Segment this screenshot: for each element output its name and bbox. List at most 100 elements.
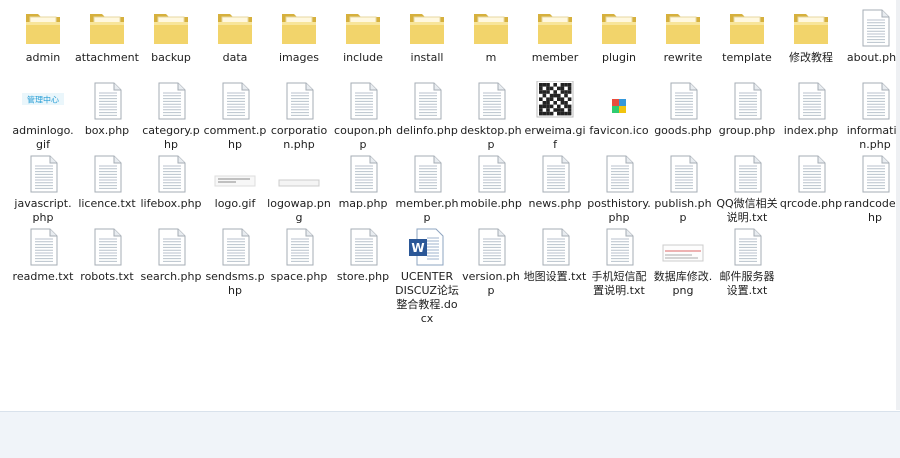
file-item[interactable]: member.php (395, 154, 459, 225)
file-name: search.php (140, 270, 202, 283)
file-item[interactable]: 修改教程 (779, 8, 843, 65)
file-item[interactable]: search.php (139, 227, 203, 284)
file-item[interactable]: qrcode.php (779, 154, 843, 211)
file-name: qrcode.php (779, 197, 843, 210)
file-item[interactable]: install (395, 8, 459, 65)
file-name: posthistory.php (587, 197, 651, 224)
file-icon (726, 227, 768, 267)
file-icon (598, 154, 640, 194)
file-icon (150, 227, 192, 267)
file-icon (86, 81, 128, 121)
file-name: mobile.php (460, 197, 522, 210)
folder-icon (790, 8, 832, 48)
file-item[interactable]: box.php (75, 81, 139, 138)
file-item[interactable]: plugin (587, 8, 651, 65)
file-item[interactable]: comment.php (203, 81, 267, 152)
svg-text:W: W (411, 241, 424, 255)
file-name: QQ微信相关说明.txt (716, 197, 778, 224)
file-item[interactable]: randcode.php (843, 154, 900, 225)
file-item[interactable]: member (523, 8, 587, 65)
file-item[interactable]: category.php (139, 81, 203, 152)
file-item[interactable]: news.php (523, 154, 587, 211)
file-item[interactable]: logowap.png (267, 154, 331, 225)
file-item[interactable]: backup (139, 8, 203, 65)
file-item[interactable]: desktop.php (459, 81, 523, 152)
file-name: category.php (142, 124, 200, 151)
file-name: delinfo.php (396, 124, 458, 137)
file-name: sendsms.php (205, 270, 265, 297)
file-item[interactable]: 手机短信配置说明.txt (587, 227, 651, 298)
file-name: logowap.png (267, 197, 331, 224)
file-name: robots.txt (80, 270, 134, 283)
file-icon (534, 227, 576, 267)
file-item[interactable]: space.php (267, 227, 331, 284)
file-item[interactable]: 地图设置.txt (523, 227, 587, 284)
file-name: readme.txt (12, 270, 74, 283)
file-item[interactable]: goods.php (651, 81, 715, 138)
file-item[interactable]: corporation.php (267, 81, 331, 152)
file-item[interactable]: W UCENTER DISCUZ论坛整合教程.docx (395, 227, 459, 326)
file-item[interactable]: favicon.ico (587, 81, 651, 138)
file-item[interactable]: posthistory.php (587, 154, 651, 225)
file-item[interactable]: delinfo.php (395, 81, 459, 138)
file-item[interactable]: attachment (75, 8, 139, 65)
file-item[interactable]: data (203, 8, 267, 65)
file-item[interactable]: group.php (715, 81, 779, 138)
file-name: index.php (783, 124, 839, 137)
folder-icon (214, 8, 256, 48)
file-item[interactable]: admin (11, 8, 75, 65)
file-item[interactable]: javascript.php (11, 154, 75, 225)
file-item[interactable]: index.php (779, 81, 843, 138)
file-name: randcode.php (843, 197, 900, 224)
file-name: 地图设置.txt (523, 270, 587, 283)
file-item[interactable]: sendsms.php (203, 227, 267, 298)
file-item[interactable]: erweima.gif (523, 81, 587, 152)
file-item[interactable]: licence.txt (75, 154, 139, 211)
file-item[interactable]: coupon.php (331, 81, 395, 152)
file-name: 手机短信配置说明.txt (591, 270, 647, 297)
file-item[interactable]: m (459, 8, 523, 65)
folder-icon (726, 8, 768, 48)
file-name: install (410, 51, 444, 64)
file-icon (214, 227, 256, 267)
file-icon (406, 154, 448, 194)
file-icon (854, 81, 896, 121)
file-icon (150, 81, 192, 121)
file-icon (726, 81, 768, 121)
file-item[interactable]: robots.txt (75, 227, 139, 284)
file-item[interactable]: logo.gif (203, 154, 267, 211)
file-icon (854, 8, 896, 48)
file-item[interactable]: store.php (331, 227, 395, 284)
file-item[interactable]: rewrite (651, 8, 715, 65)
file-item[interactable]: QQ微信相关说明.txt (715, 154, 779, 225)
file-item[interactable]: 数据库修改.png (651, 227, 715, 298)
file-item[interactable]: publish.php (651, 154, 715, 225)
file-item[interactable]: template (715, 8, 779, 65)
file-item[interactable]: images (267, 8, 331, 65)
file-item[interactable]: map.php (331, 154, 395, 211)
file-item[interactable]: lifebox.php (139, 154, 203, 211)
file-icon (86, 154, 128, 194)
file-name: UCENTER DISCUZ论坛整合教程.docx (395, 270, 459, 325)
file-name: box.php (84, 124, 130, 137)
file-icon (470, 81, 512, 121)
file-icon (598, 227, 640, 267)
file-icon (278, 81, 320, 121)
file-name: include (343, 51, 383, 64)
file-item[interactable]: version.php (459, 227, 523, 298)
folder-icon (278, 8, 320, 48)
file-name: template (722, 51, 772, 64)
file-name: 邮件服务器设置.txt (719, 270, 775, 297)
file-item[interactable]: about.php (843, 8, 900, 65)
file-name: information.php (846, 124, 900, 151)
file-item[interactable]: mobile.php (459, 154, 523, 211)
file-item[interactable]: include (331, 8, 395, 65)
file-icon (662, 81, 704, 121)
file-item[interactable]: 管理中心 adminlogo.gif (11, 81, 75, 152)
file-item[interactable]: information.php (843, 81, 900, 152)
file-item[interactable]: readme.txt (11, 227, 75, 284)
file-name: coupon.php (334, 124, 392, 151)
file-icon (342, 154, 384, 194)
file-item[interactable]: 邮件服务器设置.txt (715, 227, 779, 298)
scrollbar-track[interactable] (896, 0, 900, 410)
